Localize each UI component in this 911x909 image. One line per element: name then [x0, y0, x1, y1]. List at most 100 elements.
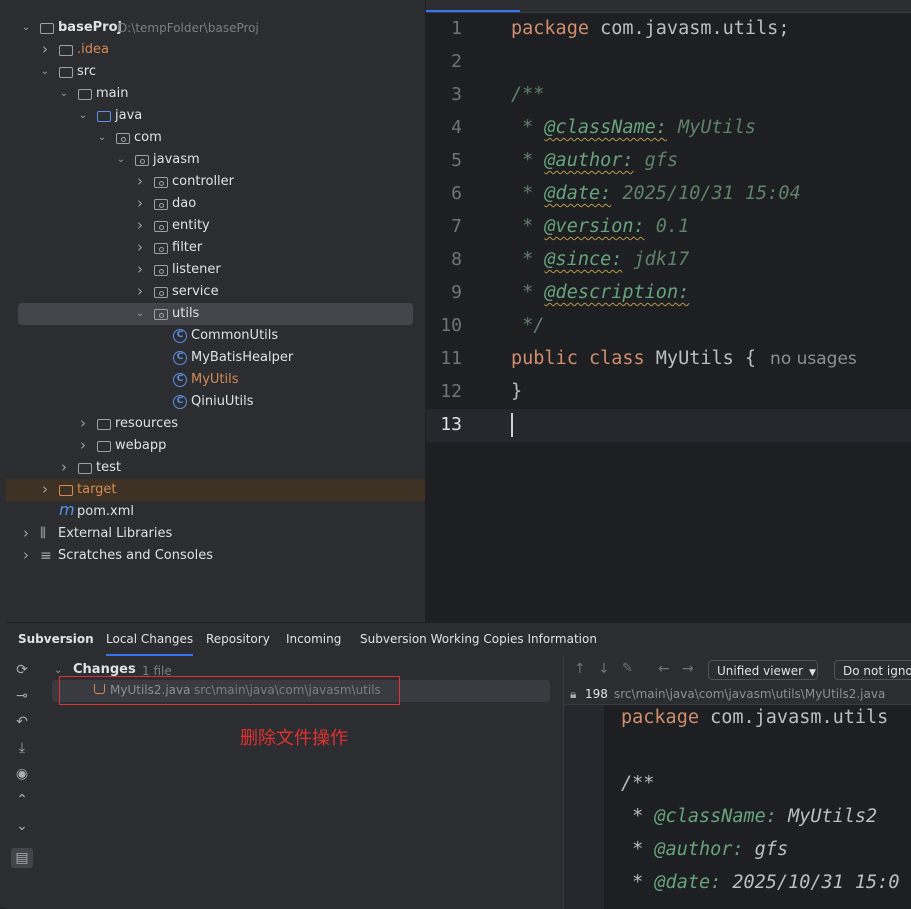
tree-item-com[interactable]: ⌄ com — [6, 127, 425, 149]
tree-item-label: baseProj — [58, 20, 122, 35]
diff-line-6: * @date: 2025/10/31 15:0 — [621, 872, 900, 893]
ignore-whitespace-dropdown[interactable]: Do not ignor — [834, 660, 911, 680]
line-number: 1 — [451, 18, 462, 39]
line-number: 13 — [440, 414, 462, 435]
tree-item-main[interactable]: ⌄ main — [6, 83, 425, 105]
collapse-all-icon[interactable]: ⌄ — [10, 816, 34, 836]
refresh-icon[interactable]: ⟳ — [10, 660, 34, 680]
chevron-right-icon[interactable]: › — [20, 545, 32, 567]
tab-myutils-java[interactable] — [426, 0, 520, 12]
current-line-highlight — [426, 409, 911, 442]
project-panel: ⌄ baseProj D:\tempFolder\baseProj › .idea ⌄ sr… — [6, 0, 425, 622]
folder-icon — [59, 485, 73, 496]
tab-repository[interactable]: Repository — [206, 623, 270, 656]
maven-icon: m — [59, 500, 75, 519]
code-line-3: /** — [511, 84, 545, 105]
tab-local-changes[interactable]: Local Changes — [106, 623, 194, 656]
rollback-icon[interactable]: ↶ — [10, 712, 34, 732]
tree-item-listener[interactable]: › listener — [6, 259, 425, 281]
tree-item-scratches-and-consoles[interactable]: › ≡ Scratches and Consoles — [6, 545, 425, 567]
tree-item-controller[interactable]: › controller — [6, 171, 425, 193]
tree-item-src[interactable]: ⌄ src — [6, 61, 425, 83]
chevron-right-icon[interactable]: › — [134, 193, 146, 215]
show-diff-icon[interactable]: ◉ — [10, 764, 34, 784]
tab-incoming[interactable]: Incoming — [286, 623, 341, 656]
chevron-right-icon[interactable]: › — [39, 39, 51, 61]
tree-item-myutils[interactable]: C MyUtils — [6, 369, 425, 391]
tree-item-resources[interactable]: › resources — [6, 413, 425, 435]
annotation-text: 删除文件操作 — [240, 728, 348, 749]
tab-subversion[interactable]: Subversion — [18, 623, 94, 656]
chevron-right-icon[interactable]: › — [134, 281, 146, 303]
expand-all-icon[interactable]: ⌃ — [10, 790, 34, 810]
changes-group-chevron-icon[interactable]: ⌄ — [54, 665, 62, 676]
chevron-right-icon[interactable]: › — [134, 171, 146, 193]
class-icon: C — [173, 351, 187, 365]
tree-item-external-libraries[interactable]: › ⫼ External Libraries — [6, 523, 425, 545]
tree-item-label: pom.xml — [77, 504, 134, 519]
chevron-right-icon[interactable]: › — [134, 237, 146, 259]
tree-item-pom-xml[interactable]: m pom.xml — [6, 501, 425, 523]
chevron-right-icon[interactable]: › — [58, 457, 70, 479]
tree-item-utils[interactable]: ⌄ utils — [18, 303, 413, 325]
code-line-11: public class MyUtils {no usages — [511, 348, 857, 369]
prev-file-icon[interactable]: ← — [658, 661, 670, 677]
diff-line-5: * @author: gfs — [621, 839, 789, 860]
module-icon — [40, 23, 54, 34]
tree-item-entity[interactable]: › entity — [6, 215, 425, 237]
chevron-down-icon[interactable]: ⌄ — [39, 61, 51, 83]
tree-item-java[interactable]: ⌄ java — [6, 105, 425, 127]
next-file-icon[interactable]: → — [682, 661, 694, 677]
tree-item-idea[interactable]: › .idea — [6, 39, 425, 61]
update-icon[interactable]: ⤓ — [10, 738, 34, 758]
dropdown-arrow-icon: ▼ — [809, 668, 816, 678]
preview-toggle-icon[interactable]: ▤ — [11, 848, 33, 868]
edit-source-icon[interactable]: ✎ — [622, 661, 633, 676]
tree-item-label: MyBatisHealper — [191, 350, 294, 365]
chevron-down-icon[interactable]: ⌄ — [115, 149, 127, 171]
package-icon — [154, 243, 168, 254]
folder-icon — [78, 463, 92, 474]
chevron-right-icon[interactable]: › — [77, 413, 89, 435]
package-icon — [154, 265, 168, 276]
chevron-right-icon[interactable]: › — [134, 259, 146, 281]
tree-item-service[interactable]: › service — [6, 281, 425, 303]
chevron-right-icon[interactable]: › — [39, 479, 51, 501]
chevron-down-icon[interactable]: ⌄ — [77, 105, 89, 127]
libraries-icon: ⫼ — [40, 526, 46, 541]
tree-item-dao[interactable]: › dao — [6, 193, 425, 215]
tree-item-test[interactable]: › test — [6, 457, 425, 479]
folder-icon — [59, 67, 73, 78]
code-line-5: * @author: gfs — [511, 150, 679, 171]
tree-item-qiniuutils[interactable]: C QiniuUtils — [6, 391, 425, 413]
tree-item-label: webapp — [115, 438, 167, 453]
tree-item-mybatishealper[interactable]: C MyBatisHealper — [6, 347, 425, 369]
chevron-right-icon[interactable]: › — [134, 215, 146, 237]
tree-item-target[interactable]: › target — [6, 479, 425, 501]
usage-hint[interactable]: no usages — [770, 349, 857, 369]
viewer-mode-dropdown[interactable]: Unified viewer ▼ — [708, 660, 818, 680]
chevron-right-icon[interactable]: › — [77, 435, 89, 457]
chevron-down-icon[interactable]: ⌄ — [20, 17, 32, 39]
chevron-down-icon[interactable]: ⌄ — [96, 127, 108, 149]
diff-toolbar: ↑ ↓ ✎ ← → Unified viewer ▼ Do not ignor — [564, 656, 911, 684]
next-difference-icon[interactable]: ↓ — [598, 661, 610, 677]
tree-item-webapp[interactable]: › webapp — [6, 435, 425, 457]
prev-difference-icon[interactable]: ↑ — [574, 661, 586, 677]
chevron-down-icon[interactable]: ⌄ — [58, 83, 70, 105]
tree-item-label: MyUtils — [191, 372, 239, 387]
chevron-right-icon[interactable]: › — [20, 523, 32, 545]
tree-item-javasm[interactable]: ⌄ javasm — [6, 149, 425, 171]
project-path: D:\tempFolder\baseProj — [118, 21, 259, 35]
tree-item-baseproj[interactable]: ⌄ baseProj D:\tempFolder\baseProj — [6, 17, 425, 39]
chevron-down-icon[interactable]: ⌄ — [134, 303, 146, 325]
tree-item-label: java — [115, 108, 143, 123]
code-editor[interactable]: 1 2 3 4 5 6 7 8 9 10 11 12 13 package com.javasm.uti… — [426, 0, 911, 622]
commit-icon[interactable]: ⊸ — [10, 686, 34, 706]
tree-item-filter[interactable]: › filter — [6, 237, 425, 259]
tree-item-commonutils[interactable]: C CommonUtils — [6, 325, 425, 347]
tree-item-label: target — [77, 482, 117, 497]
changes-group-label[interactable]: Changes — [73, 662, 136, 677]
annotation-box — [59, 676, 400, 705]
tab-working-copies-info[interactable]: Subversion Working Copies Information — [360, 623, 597, 656]
